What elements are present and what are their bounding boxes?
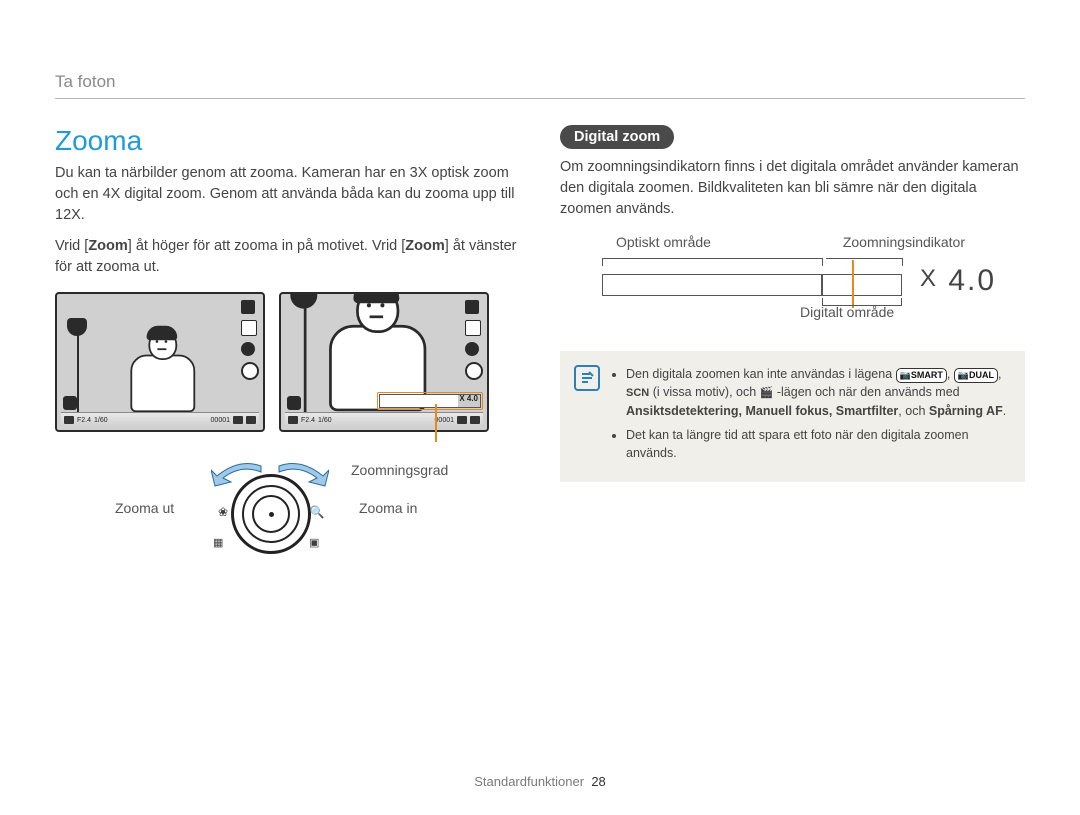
battery-icon (465, 300, 479, 314)
grid-icon: ▦ (213, 536, 223, 549)
note-list: Den digitala zoomen kan inte användas i … (612, 365, 1009, 468)
breadcrumb: Ta foton (55, 72, 1025, 99)
zoom-dial-icon (231, 474, 311, 554)
note-box: Den digitala zoomen kan inte användas i … (560, 351, 1025, 482)
camera-info-bar: F2.41/60 00001 (285, 412, 483, 427)
camera-preview-wide: F2.41/60 00001 (55, 292, 265, 432)
instruction-paragraph: Vrid [Zoom] åt höger för att zooma in på… (55, 236, 520, 278)
shutter-value: 1/60 (94, 417, 108, 424)
digital-range-label: Digitalt område (800, 304, 894, 320)
zoom-grade-label: Zoomningsgrad (351, 462, 448, 478)
note-item: Det kan ta längre tid att spara ett foto… (626, 426, 1009, 462)
camera-status-icons (465, 300, 483, 380)
macro-icon: ❀ (217, 506, 229, 518)
digital-bracket (822, 298, 902, 306)
smart-mode-chip: 📷SMART (896, 368, 947, 383)
aperture-value: F2.4 (301, 417, 315, 424)
digital-zoom-heading: Digital zoom (560, 125, 674, 149)
battery-level-icon (246, 416, 256, 424)
flash-icon (241, 362, 259, 380)
frame-counter: 00001 (211, 417, 230, 424)
camera-icon (288, 416, 298, 424)
zoom-keyword: Zoom (405, 238, 444, 254)
size-icon (241, 320, 257, 336)
zoom-highlight-ring (377, 392, 483, 410)
tracking-af-label: Spårning AF (929, 404, 1003, 418)
flash-icon (465, 362, 483, 380)
zoom-x-value: 4.0 (948, 264, 996, 297)
storage-icon (233, 416, 243, 424)
page-number: 28 (591, 774, 605, 789)
movie-mode-icon: 🎬 (760, 387, 774, 399)
note-item: Den digitala zoomen kan inte användas i … (626, 365, 1009, 420)
digital-zoom-paragraph: Om zoomningsindikatorn finns i det digit… (560, 157, 1025, 220)
text: , och (898, 404, 929, 418)
stabilizer-icon (287, 396, 301, 410)
camera-preview-zoomed: X 4.0 F2.41/60 00001 (279, 292, 489, 432)
zoom-bar (602, 274, 902, 296)
zoom-range-diagram: Optiskt område Zoomningsindikator X 4.0 (560, 234, 1025, 329)
magnify-icon: 🔍 (311, 506, 323, 518)
scn-mode-label: SCN (626, 387, 649, 399)
zoom-out-label: Zooma ut (115, 500, 174, 516)
note-icon (574, 365, 600, 391)
callout-line (435, 404, 437, 442)
mode-icon (241, 342, 255, 356)
zoom-keyword: Zoom (88, 238, 127, 254)
battery-level-icon (470, 416, 480, 424)
dual-mode-chip: 📷DUAL (954, 368, 998, 383)
optical-range-label: Optiskt område (616, 234, 711, 250)
zoom-indicator-label: Zoomningsindikator (843, 234, 965, 250)
text: (i vissa motiv), och (649, 385, 759, 399)
storage-icon (457, 416, 467, 424)
frame-counter: 00001 (435, 417, 454, 424)
info-icon: ▣ (309, 536, 319, 549)
camera-info-bar: F2.41/60 00001 (61, 412, 259, 427)
text: -lägen och när den används med (773, 385, 959, 399)
preview-row: F2.41/60 00001 (55, 292, 520, 432)
zoom-x-prefix: X (920, 265, 938, 292)
zoom-dial-diagram: Zoomningsgrad Zooma ut Zooma in ❀ 🔍 ▦ ▣ (55, 462, 520, 562)
size-icon (465, 320, 481, 336)
text: ] åt höger för att zooma in på motivet. … (128, 238, 406, 254)
camera-status-icons (241, 300, 259, 380)
right-column: Digital zoom Om zoomningsindikatorn finn… (560, 125, 1025, 562)
footer-section-label: Standardfunktioner (474, 774, 584, 789)
text: . (1003, 404, 1006, 418)
camera-icon (64, 416, 74, 424)
stabilizer-icon (63, 396, 77, 410)
text: Vrid [ (55, 238, 88, 254)
diagram-ticks (602, 258, 902, 266)
mode-icon (465, 342, 479, 356)
section-heading: Zooma (55, 125, 520, 157)
shutter-value: 1/60 (318, 417, 332, 424)
battery-icon (241, 300, 255, 314)
feature-list: Ansiktsdetektering, Manuell fokus, Smart… (626, 404, 898, 418)
zoom-in-label: Zooma in (359, 500, 417, 516)
person-illustration (125, 326, 197, 414)
text: Den digitala zoomen kan inte användas i … (626, 367, 896, 381)
aperture-value: F2.4 (77, 417, 91, 424)
left-column: Zooma Du kan ta närbilder genom att zoom… (55, 125, 520, 562)
page-footer: Standardfunktioner 28 (0, 774, 1080, 789)
intro-paragraph: Du kan ta närbilder genom att zooma. Kam… (55, 163, 520, 226)
zoom-value: X 4.0 (920, 264, 996, 298)
